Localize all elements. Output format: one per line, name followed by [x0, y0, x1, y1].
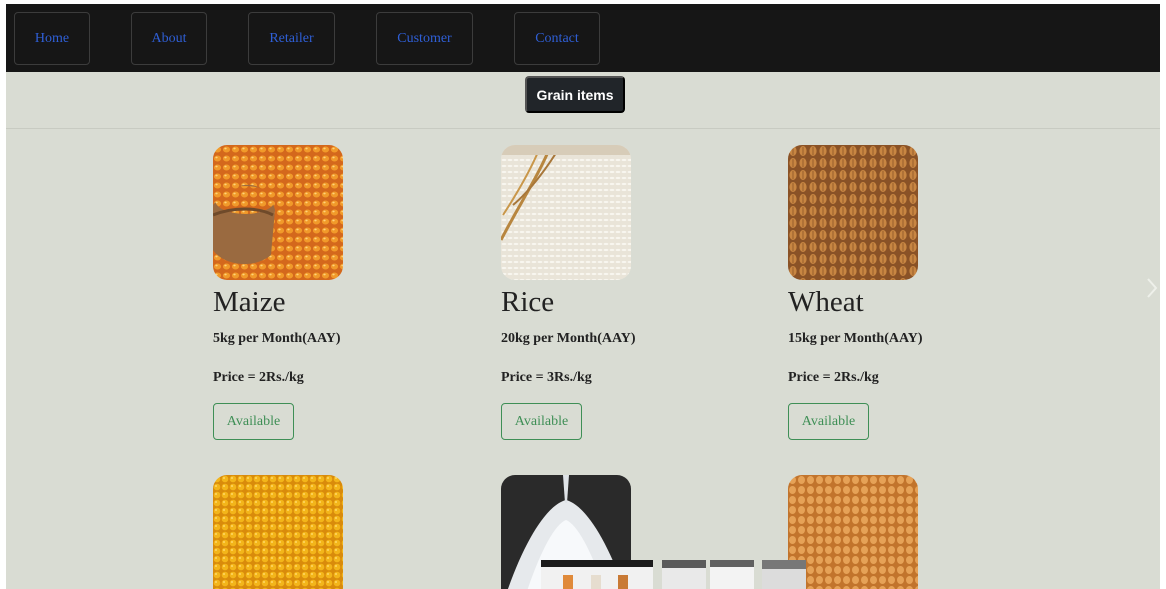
nav-home[interactable]: Home: [14, 12, 90, 65]
product-name: Rice: [501, 286, 555, 318]
product-card-grain: [788, 475, 1008, 589]
grain-items-button[interactable]: Grain items: [525, 76, 625, 113]
nav-retailer[interactable]: Retailer: [248, 12, 335, 65]
available-button[interactable]: Available: [788, 403, 869, 440]
product-quantity: 5kg per Month(AAY): [213, 331, 341, 346]
wheat-image: [788, 145, 918, 280]
product-card-rice: Rice 20kg per Month(AAY) Price = 3Rs./kg…: [501, 145, 721, 445]
product-card-wheat: Wheat 15kg per Month(AAY) Price = 2Rs./k…: [788, 145, 1008, 445]
nav-about[interactable]: About: [131, 12, 207, 65]
window-preview-thumbnails: [541, 560, 806, 589]
product-quantity: 15kg per Month(AAY): [788, 331, 923, 346]
navbar: Home About Retailer Customer Contact: [6, 4, 1160, 72]
nav-customer[interactable]: Customer: [376, 12, 473, 65]
product-card-maize: Maize 5kg per Month(AAY) Price = 2Rs./kg…: [213, 145, 433, 445]
chevron-right-icon[interactable]: [1145, 276, 1159, 300]
product-card-lentil: [213, 475, 433, 589]
page: Home About Retailer Customer Contact Gra…: [6, 4, 1160, 589]
product-name: Maize: [213, 286, 286, 318]
product-price: Price = 3Rs./kg: [501, 370, 592, 385]
product-price: Price = 2Rs./kg: [213, 370, 304, 385]
product-quantity: 20kg per Month(AAY): [501, 331, 636, 346]
product-price: Price = 2Rs./kg: [788, 370, 879, 385]
nav-contact[interactable]: Contact: [514, 12, 600, 65]
yellow-lentil-image: [213, 475, 343, 589]
rice-image: [501, 145, 631, 280]
available-button[interactable]: Available: [213, 403, 294, 440]
product-name: Wheat: [788, 286, 864, 318]
maize-image: [213, 145, 343, 280]
available-button[interactable]: Available: [501, 403, 582, 440]
section-header: Grain items: [6, 72, 1160, 129]
grain-image: [788, 475, 918, 589]
